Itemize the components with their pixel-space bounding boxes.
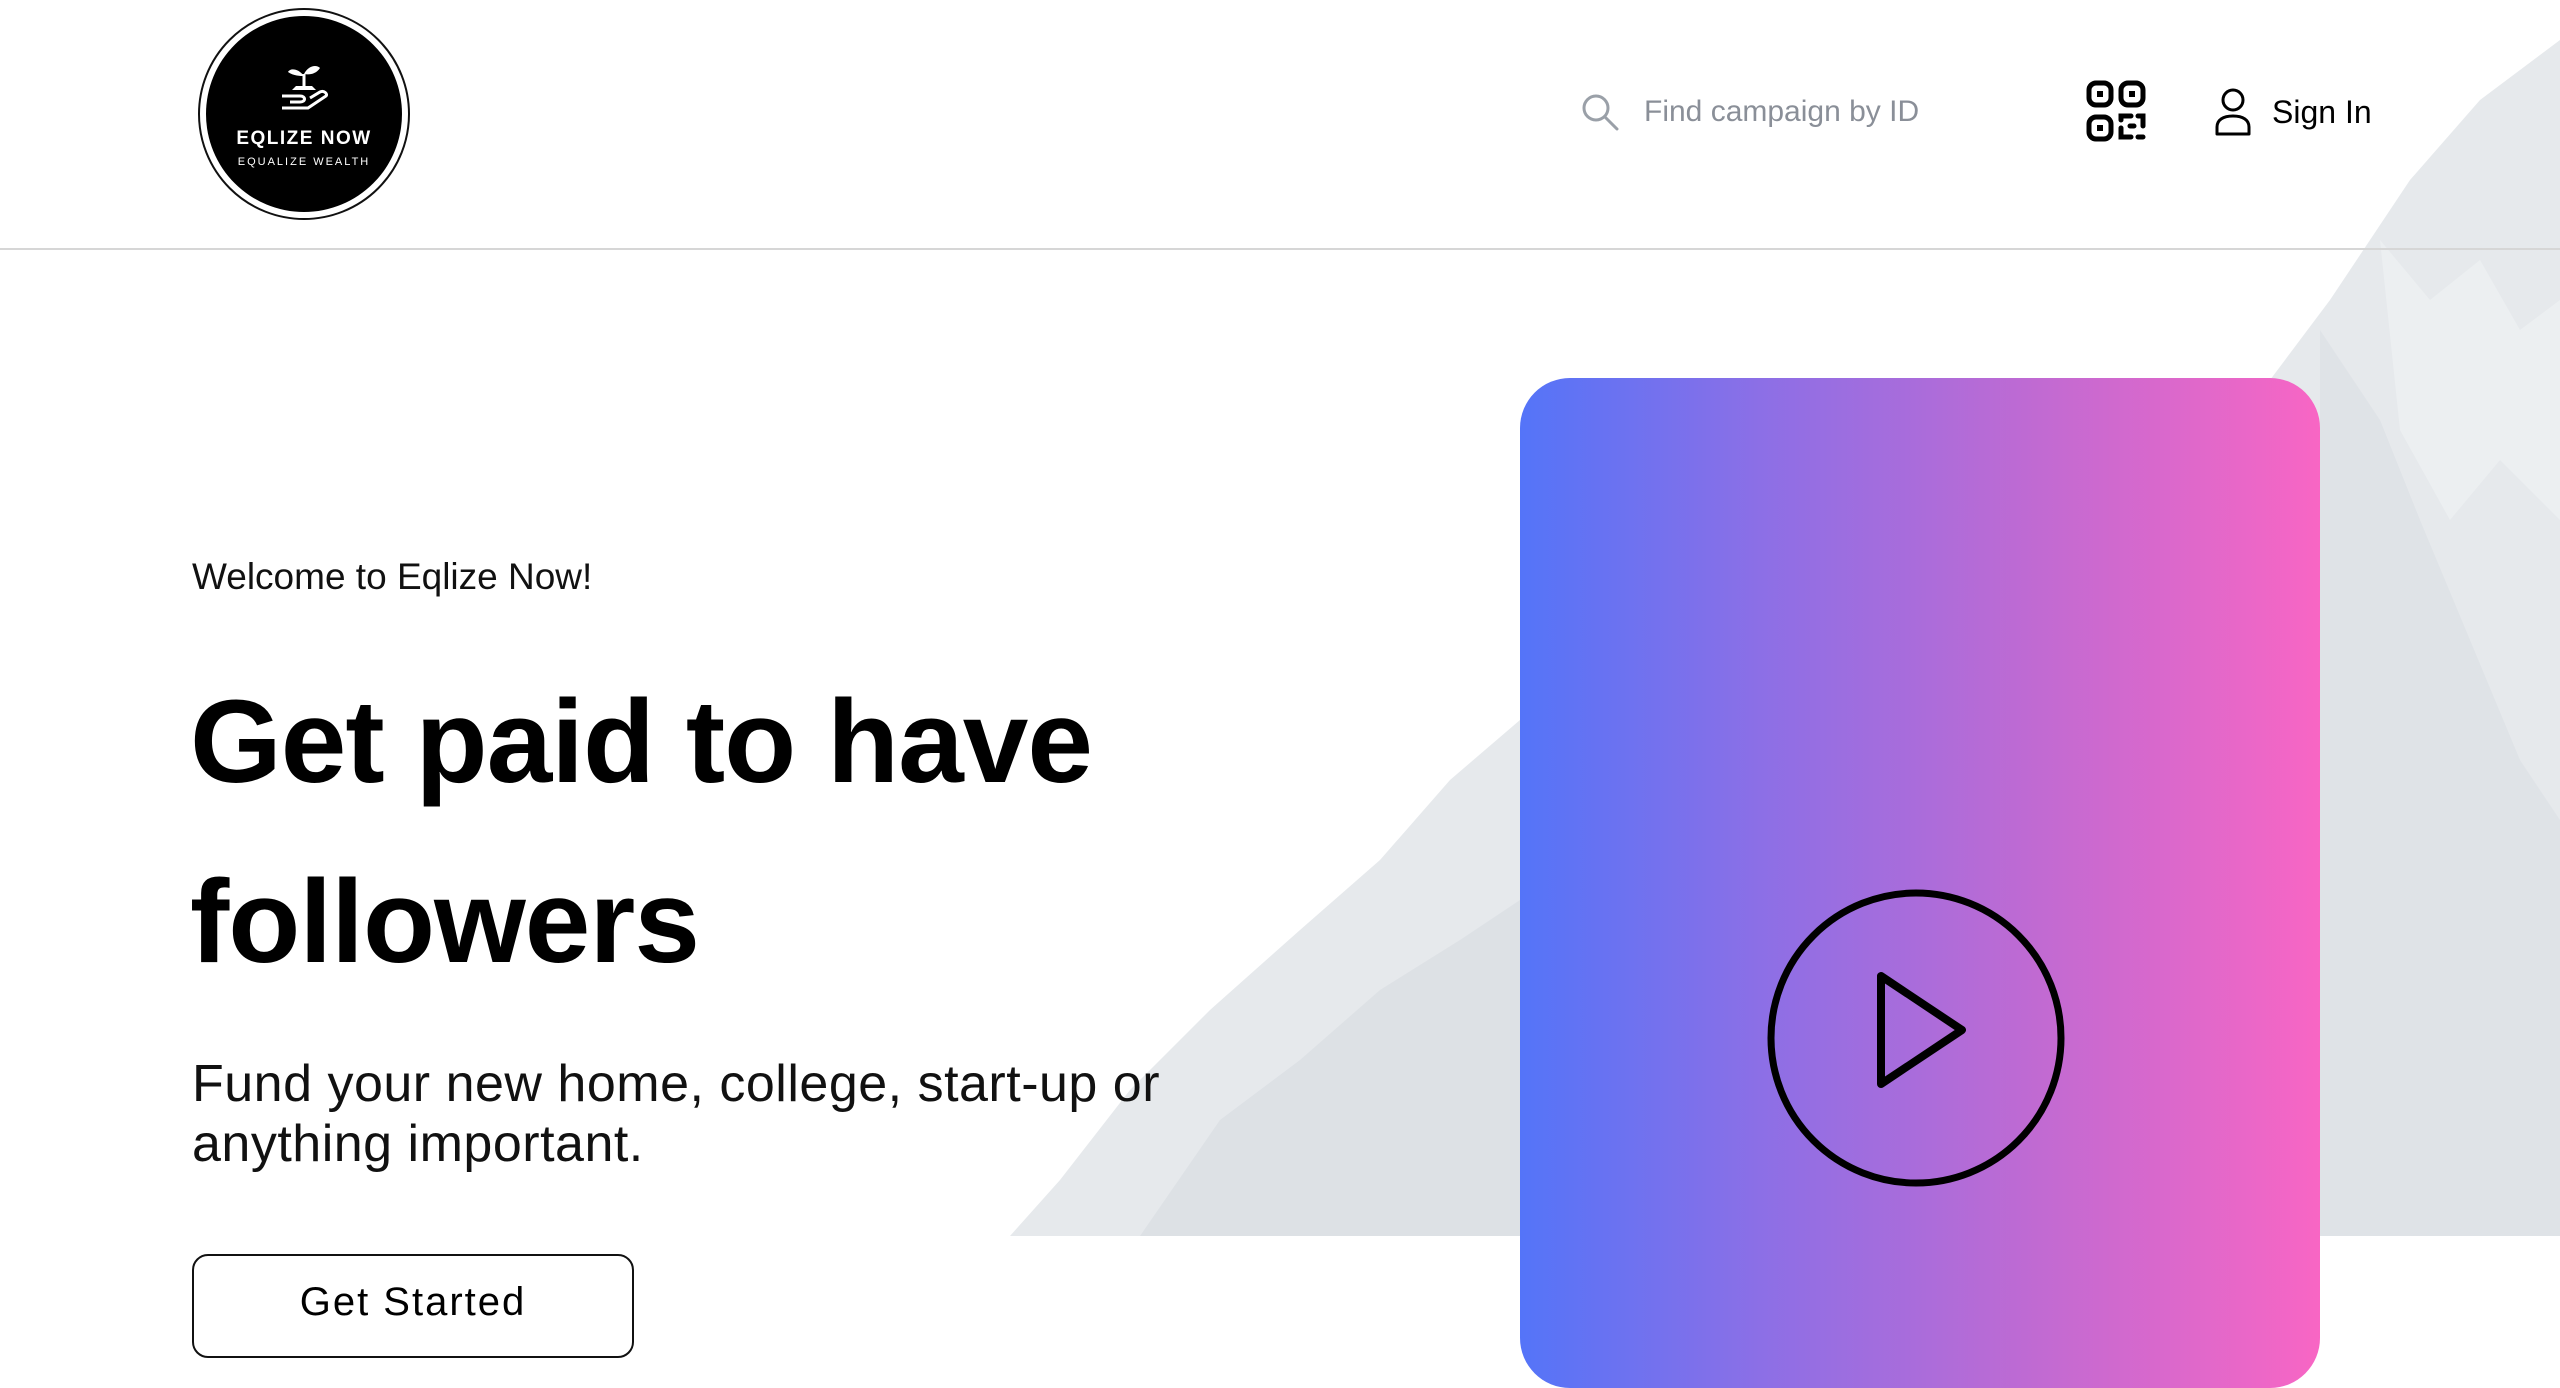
get-started-button[interactable]: Get Started (192, 1254, 634, 1358)
search-icon (1582, 94, 1619, 131)
hero-title: Get paid to have followers (190, 676, 1093, 988)
video-card[interactable] (1520, 378, 2320, 1388)
brand-logo[interactable]: EQLIZE NOW EQUALIZE WEALTH (198, 8, 410, 220)
logo-badge: EQLIZE NOW EQUALIZE WEALTH (206, 16, 402, 212)
qr-code-icon[interactable] (2086, 80, 2146, 142)
logo-tagline: EQUALIZE WEALTH (237, 156, 371, 168)
logo-name: EQLIZE NOW (236, 128, 372, 149)
sign-in-button[interactable]: Sign In (2214, 84, 2372, 140)
play-icon[interactable] (1766, 888, 2066, 1188)
site-header: EQLIZE NOW EQUALIZE WEALTH Sign In (0, 0, 2560, 250)
campaign-search (1580, 86, 2000, 138)
user-icon (2215, 88, 2251, 136)
hero-subtitle: Fund your new home, college, start-up or… (192, 1055, 1161, 1173)
sprout-hand-icon (282, 66, 328, 110)
search-input[interactable] (1644, 95, 1964, 129)
sign-in-label: Sign In (2272, 93, 2372, 130)
welcome-text: Welcome to Eqlize Now! (192, 556, 593, 597)
